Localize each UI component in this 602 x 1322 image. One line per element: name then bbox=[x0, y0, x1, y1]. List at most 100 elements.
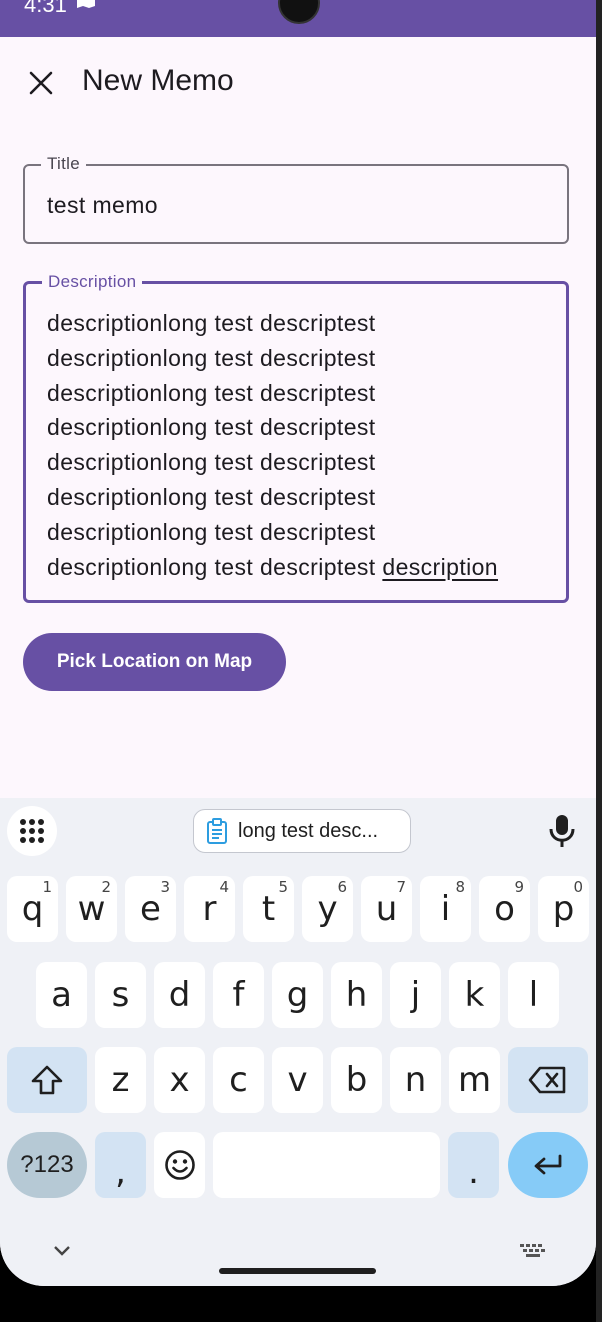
composing-word: description bbox=[382, 553, 499, 580]
key-f[interactable]: f bbox=[213, 962, 264, 1028]
key-r-label: r bbox=[202, 889, 217, 929]
key-l-label: l bbox=[528, 975, 539, 1015]
key-c[interactable]: c bbox=[213, 1047, 264, 1113]
key-t[interactable]: t5 bbox=[243, 876, 294, 942]
key-g-label: g bbox=[286, 975, 309, 1015]
key-n[interactable]: n bbox=[390, 1047, 441, 1113]
symbols-key[interactable]: ?123 bbox=[7, 1132, 87, 1198]
key-v-label: v bbox=[287, 1060, 308, 1100]
key-r[interactable]: r4 bbox=[184, 876, 235, 942]
description-line: descriptionlong test descriptest bbox=[47, 310, 376, 336]
key-o[interactable]: o9 bbox=[479, 876, 530, 942]
key-e[interactable]: e3 bbox=[125, 876, 176, 942]
key-hint: 5 bbox=[278, 878, 288, 896]
description-line: descriptionlong test descriptest bbox=[47, 344, 376, 371]
key-hint: 0 bbox=[573, 878, 583, 896]
key-a[interactable]: a bbox=[36, 962, 87, 1028]
key-l[interactable]: l bbox=[508, 962, 559, 1028]
close-button[interactable] bbox=[20, 62, 62, 104]
description-line: descriptionlong test descriptest bbox=[47, 414, 376, 441]
key-y-label: y bbox=[317, 889, 338, 929]
period-key-label: . bbox=[468, 1152, 479, 1192]
key-m[interactable]: m bbox=[449, 1047, 500, 1113]
key-j[interactable]: j bbox=[390, 962, 441, 1028]
chevron-down-icon[interactable] bbox=[52, 1244, 72, 1258]
description-last-prefix: descriptionlong test descriptest bbox=[47, 553, 383, 580]
status-bar: 4:31 bbox=[0, 0, 596, 37]
key-k[interactable]: k bbox=[449, 962, 500, 1028]
map-notification-icon bbox=[77, 0, 95, 8]
key-p[interactable]: p0 bbox=[538, 876, 589, 942]
key-g[interactable]: g bbox=[272, 962, 323, 1028]
key-p-label: p bbox=[552, 889, 575, 929]
backspace-key[interactable] bbox=[508, 1047, 588, 1113]
key-hint: 8 bbox=[455, 878, 465, 896]
enter-key[interactable] bbox=[508, 1132, 588, 1198]
period-key[interactable]: . bbox=[448, 1132, 499, 1198]
key-c-label: c bbox=[229, 1060, 248, 1100]
description-field-label: Description bbox=[42, 272, 143, 292]
key-u[interactable]: u7 bbox=[361, 876, 412, 942]
backspace-icon bbox=[528, 1066, 566, 1094]
description-line-last: descriptionlong test descriptest descrip… bbox=[47, 550, 547, 585]
key-b[interactable]: b bbox=[331, 1047, 382, 1113]
page-title: New Memo bbox=[82, 64, 234, 97]
key-z[interactable]: z bbox=[95, 1047, 146, 1113]
key-i-label: i bbox=[440, 889, 451, 929]
keyboard-apps-button[interactable] bbox=[7, 806, 57, 856]
key-o-label: o bbox=[494, 889, 515, 929]
key-hint: 7 bbox=[396, 878, 406, 896]
comma-key[interactable]: , bbox=[95, 1132, 146, 1198]
description-field[interactable]: Description descriptionlong test descrip… bbox=[23, 272, 569, 603]
key-i[interactable]: i8 bbox=[420, 876, 471, 942]
clipboard-icon bbox=[207, 818, 227, 844]
comma-key-label: , bbox=[115, 1152, 126, 1192]
description-field-value[interactable]: descriptionlong test descriptest descrip… bbox=[47, 306, 547, 584]
description-line: descriptionlong test descriptest bbox=[47, 518, 376, 545]
camera-cutout bbox=[278, 0, 320, 24]
key-h-label: h bbox=[345, 975, 368, 1015]
key-q-label: q bbox=[21, 889, 44, 929]
shift-key[interactable] bbox=[7, 1047, 87, 1113]
space-key[interactable] bbox=[213, 1132, 440, 1198]
key-hint: 2 bbox=[101, 878, 111, 896]
description-line: descriptionlong test descriptest bbox=[47, 483, 376, 510]
title-field-value[interactable]: test memo bbox=[47, 192, 158, 219]
title-field-label: Title bbox=[41, 154, 86, 174]
key-y[interactable]: y6 bbox=[302, 876, 353, 942]
gesture-nav-handle[interactable] bbox=[219, 1268, 376, 1274]
status-time: 4:31 bbox=[24, 0, 67, 17]
description-line: descriptionlong test descriptest bbox=[47, 449, 376, 476]
clipboard-suggestion-text: long test desc... bbox=[238, 819, 379, 842]
key-u-label: u bbox=[375, 889, 398, 929]
key-h[interactable]: h bbox=[331, 962, 382, 1028]
key-j-label: j bbox=[410, 975, 421, 1015]
key-q[interactable]: q1 bbox=[7, 876, 58, 942]
description-line: descriptionlong test descriptest bbox=[47, 379, 376, 406]
key-s[interactable]: s bbox=[95, 962, 146, 1028]
enter-icon bbox=[534, 1154, 562, 1175]
pick-location-button[interactable]: Pick Location on Map bbox=[23, 633, 286, 691]
title-field[interactable]: Title test memo bbox=[23, 154, 569, 244]
key-a-label: a bbox=[51, 975, 72, 1015]
shift-icon bbox=[31, 1065, 63, 1095]
clipboard-suggestion-chip[interactable]: long test desc... bbox=[193, 809, 411, 853]
key-s-label: s bbox=[111, 975, 130, 1015]
key-hint: 9 bbox=[514, 878, 524, 896]
signal-icon bbox=[490, 0, 536, 10]
microphone-icon[interactable] bbox=[548, 814, 576, 848]
key-w[interactable]: w2 bbox=[66, 876, 117, 942]
key-t-label: t bbox=[261, 889, 276, 929]
key-d[interactable]: d bbox=[154, 962, 205, 1028]
key-x[interactable]: x bbox=[154, 1047, 205, 1113]
key-e-label: e bbox=[140, 889, 161, 929]
key-v[interactable]: v bbox=[272, 1047, 323, 1113]
key-m-label: m bbox=[457, 1060, 492, 1100]
key-z-label: z bbox=[111, 1060, 130, 1100]
grid-icon bbox=[20, 819, 44, 843]
keyboard-switch-icon[interactable] bbox=[520, 1244, 546, 1258]
soft-keyboard: long test desc... bbox=[0, 798, 596, 1286]
emoji-key[interactable] bbox=[154, 1132, 205, 1198]
app-screen: 4:31 New Memo Title test memo Descriptio… bbox=[0, 0, 596, 1286]
key-hint: 6 bbox=[337, 878, 347, 896]
